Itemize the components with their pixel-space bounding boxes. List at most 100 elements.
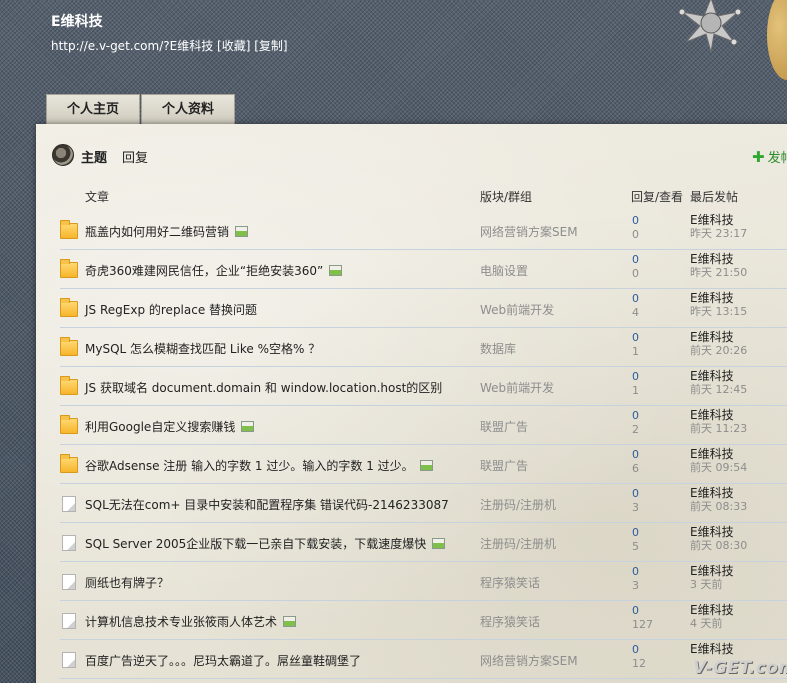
thread-title[interactable]: JS 获取域名 document.domain 和 window.locatio…	[85, 379, 442, 396]
thread-reply-count: 0	[632, 643, 639, 656]
subnav-replies[interactable]: 回复	[122, 147, 148, 166]
column-header-title: 文章	[85, 190, 110, 204]
last-post-user[interactable]: E维科技	[690, 369, 734, 383]
thread-title[interactable]: 厕纸也有牌子？	[85, 574, 169, 591]
thread-title[interactable]: JS RegExp 的replace 替换问题	[85, 301, 257, 318]
thread-view-count: 3	[632, 501, 639, 514]
thread-forum[interactable]: 程序猿笑话	[480, 574, 540, 591]
last-post-time: 昨天 23:17	[690, 227, 748, 240]
last-post-user[interactable]: E维科技	[690, 252, 734, 266]
last-post-user[interactable]: E维科技	[690, 447, 734, 461]
favorite-link[interactable]: [收藏]	[217, 39, 250, 53]
thread-reply-count: 0	[632, 253, 639, 266]
thread-view-count: 1	[632, 345, 639, 358]
image-attachment-icon	[235, 226, 249, 237]
last-post-user[interactable]: E维科技	[690, 291, 734, 305]
last-post-user[interactable]: E维科技	[690, 330, 734, 344]
folder-icon	[60, 376, 78, 395]
last-post-user[interactable]: E维科技	[690, 525, 734, 539]
subnav-threads[interactable]: 主题	[81, 147, 107, 166]
leather-decoration	[767, 0, 787, 80]
thread-title[interactable]: SQL Server 2005企业版下载一已亲自下载安装，下载速度爆快	[85, 535, 446, 552]
document-icon	[62, 613, 76, 629]
last-post-user[interactable]: E维科技	[690, 213, 734, 227]
thread-reply-count: 0	[632, 409, 639, 422]
thread-forum[interactable]: Web前端开发	[480, 379, 554, 396]
last-post-user[interactable]: E维科技	[690, 408, 734, 422]
thread-row: 计算机信息技术专业张筱雨人体艺术 程序猿笑话 0 127 E维科技 4 天前	[60, 601, 787, 640]
site-watermark: V-GET.com	[693, 658, 787, 678]
last-post-time: 昨天 13:15	[690, 305, 748, 318]
column-header-last-post: 最后发帖	[690, 190, 739, 204]
thread-view-count: 5	[632, 540, 639, 553]
last-post-user[interactable]: E维科技	[690, 603, 734, 617]
thread-view-count: 1	[632, 384, 639, 397]
copy-link[interactable]: [复制]	[254, 39, 287, 53]
thread-row: MySQL 怎么模糊查找匹配 Like %空格% ？ 数据库 0 1 E维科技 前天 20…	[60, 328, 787, 367]
thread-forum[interactable]: 程序猿笑话	[480, 613, 540, 630]
thread-forum[interactable]: 联盟广告	[480, 457, 528, 474]
last-post-time: 前天 12:45	[690, 383, 748, 396]
thread-reply-count: 0	[632, 448, 639, 461]
thread-forum[interactable]: 注册码/注册机	[480, 535, 556, 552]
last-post-time: 4 天前	[690, 617, 723, 630]
document-icon	[62, 574, 76, 590]
thread-forum[interactable]: 联盟广告	[480, 418, 528, 435]
last-post-user[interactable]: E维科技	[690, 564, 734, 578]
avatar-icon	[52, 144, 74, 166]
thread-title[interactable]: 奇虎360难建网民信任，企业“拒绝安装360”	[85, 262, 343, 279]
space-url-link[interactable]: http://e.v-get.com/?E维科技	[51, 39, 213, 53]
thread-title[interactable]: 谷歌Adsense 注册 输入的字数 1 过少。输入的字数 1 过少。	[85, 457, 433, 474]
last-post-time: 前天 08:33	[690, 500, 748, 513]
document-icon	[62, 652, 76, 668]
thread-title[interactable]: 百度广告逆天了。。。尼玛太霸道了。屌丝童鞋碉堡了	[85, 652, 361, 669]
image-attachment-icon	[329, 265, 343, 276]
thread-view-count: 12	[632, 657, 646, 670]
thread-view-count: 4	[632, 306, 639, 319]
thread-title[interactable]: 瓶盖内如何用好二维码营销	[85, 223, 249, 240]
site-title: E维科技	[51, 14, 103, 30]
thread-row: 谷歌Adsense 注册 输入的字数 1 过少。输入的字数 1 过少。 联盟广告 0…	[60, 445, 787, 484]
thread-title[interactable]: SQL无法在com+ 目录中安装和配置程序集 错误代码-2146233087	[85, 496, 449, 513]
thread-forum[interactable]: 注册码/注册机	[480, 496, 556, 513]
new-post-label: 发帖	[767, 151, 787, 166]
thread-reply-count: 0	[632, 331, 639, 344]
last-post-time: 前天 20:26	[690, 344, 748, 357]
last-post-time: 前天 08:30	[690, 539, 748, 552]
tab-profile[interactable]: 个人资料	[141, 94, 235, 124]
tab-home[interactable]: 个人主页	[46, 94, 140, 124]
last-post-user[interactable]: E维科技	[690, 486, 734, 500]
folder-icon	[60, 454, 78, 473]
thread-view-count: 0	[632, 228, 639, 241]
document-icon	[62, 535, 76, 551]
thread-row: JS 获取域名 document.domain 和 window.locatio…	[60, 367, 787, 406]
thread-title[interactable]: 计算机信息技术专业张筱雨人体艺术	[85, 613, 297, 630]
column-header-stats: 回复/查看	[631, 190, 684, 204]
thread-title[interactable]: 利用Google自定义搜索赚钱	[85, 418, 255, 435]
image-attachment-icon	[241, 421, 255, 432]
folder-icon	[60, 259, 78, 278]
last-post-time: 3 天前	[690, 578, 723, 591]
folder-icon	[60, 298, 78, 317]
thread-reply-count: 0	[632, 565, 639, 578]
new-post-button[interactable]: ✚发帖	[752, 147, 787, 166]
last-post-time: 前天 11:23	[690, 422, 748, 435]
thread-view-count: 0	[632, 267, 639, 280]
last-post-user[interactable]: E维科技	[690, 642, 734, 656]
thread-row: 厕纸也有牌子？ 程序猿笑话 0 3 E维科技 3 天前	[60, 562, 787, 601]
thread-row: JS RegExp 的replace 替换问题 Web前端开发 0 4 E维科技 昨天 1…	[60, 289, 787, 328]
thread-forum[interactable]: 数据库	[480, 340, 516, 357]
thread-row: 利用Google自定义搜索赚钱 联盟广告 0 2 E维科技 前天 11:23	[60, 406, 787, 445]
image-attachment-icon	[432, 538, 446, 549]
thread-view-count: 2	[632, 423, 639, 436]
thread-reply-count: 0	[632, 487, 639, 500]
thread-forum[interactable]: 网络营销方案SEM	[480, 652, 578, 669]
thread-reply-count: 0	[632, 370, 639, 383]
image-attachment-icon	[283, 616, 297, 627]
thread-forum[interactable]: 电脑设置	[480, 262, 528, 279]
thread-reply-count: 0	[632, 214, 639, 227]
thread-title[interactable]: MySQL 怎么模糊查找匹配 Like %空格% ？	[85, 340, 320, 357]
thread-forum[interactable]: Web前端开发	[480, 301, 554, 318]
thread-forum[interactable]: 网络营销方案SEM	[480, 223, 578, 240]
thread-row: SQL Server 2005企业版下载一已亲自下载安装，下载速度爆快 注册码/注…	[60, 523, 787, 562]
